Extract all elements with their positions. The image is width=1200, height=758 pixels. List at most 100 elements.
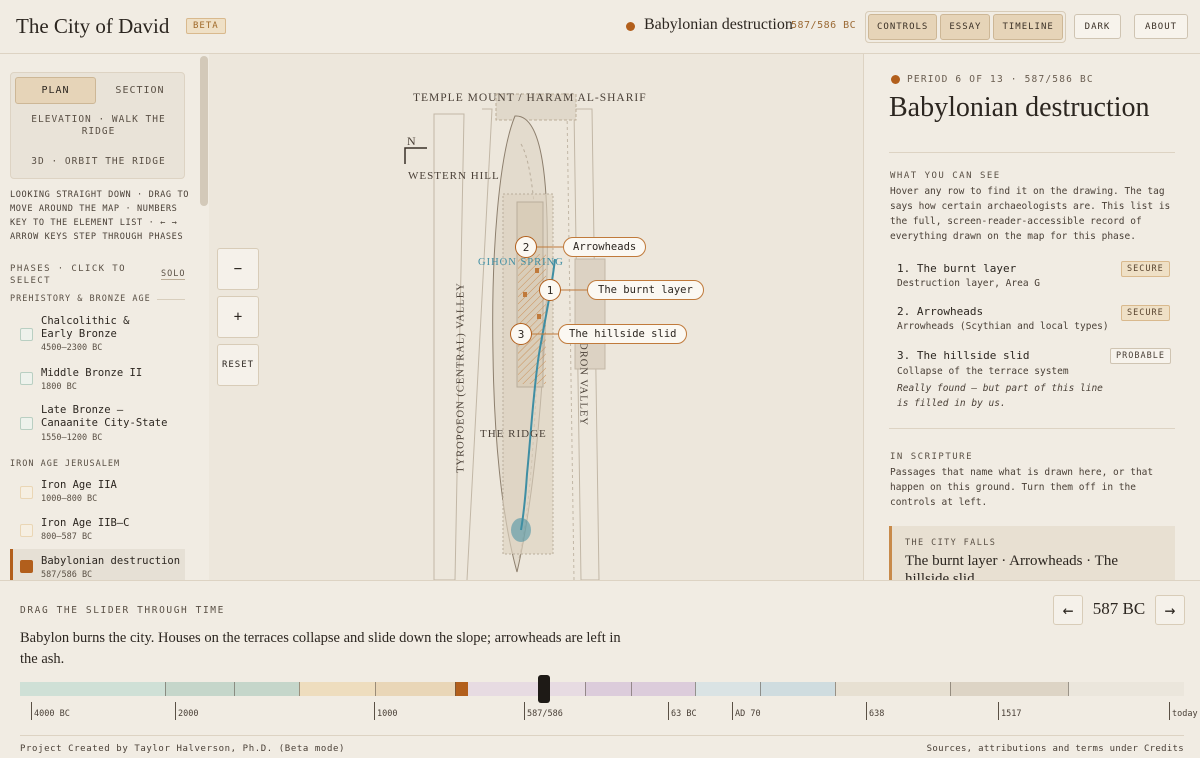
timeline-slider-track[interactable] [20, 682, 1184, 696]
timeline-tick-label: 63 BC [668, 702, 697, 720]
period-color-dot [626, 22, 635, 31]
timeline-tick-label: AD 70 [732, 702, 761, 720]
era-divider [631, 682, 632, 696]
destruction-marker [523, 292, 527, 297]
phase-item-iron-iia[interactable]: Iron Age IIA 1000–800 BC [10, 478, 185, 510]
app-title: The City of David [16, 14, 170, 38]
phase-date: 1800 BC [41, 382, 77, 392]
period-color-dot [891, 75, 900, 84]
map-canvas[interactable]: TEMPLE MOUNT / HARAM AL-SHARIF N WESTERN… [209, 54, 864, 580]
phase-checkbox[interactable] [20, 417, 33, 430]
timeline-tick-label: 2000 [175, 702, 198, 720]
current-period-date: 587/586 BC [791, 20, 857, 31]
era-segment-hasmonean [585, 682, 695, 696]
phase-item-babylonian[interactable]: Babylonian destruction 587/586 BC [10, 549, 185, 580]
map-drawing [404, 93, 606, 580]
footer-divider [20, 735, 1184, 736]
phases-header: PHASES · CLICK TO SELECT [10, 264, 126, 286]
sidebar-scrollbar[interactable] [200, 56, 208, 206]
element-row-name[interactable]: 1. The burnt layer [897, 262, 1016, 275]
map-help-text: Looking straight down · drag to move aro… [10, 190, 189, 242]
phase-checkbox[interactable] [20, 560, 33, 573]
timeline-slider-thumb[interactable] [538, 675, 550, 703]
essay-button[interactable]: ESSAY [940, 14, 991, 40]
era-divider [375, 682, 376, 696]
element-row-sub: Collapse of the terrace system [897, 366, 1069, 377]
element-row-name[interactable]: 3. The hillside slid [897, 349, 1029, 362]
next-period-button[interactable]: → [1155, 595, 1185, 625]
reset-view-button[interactable]: RESET [217, 344, 259, 386]
callout-marker-1[interactable]: 1 [539, 279, 561, 301]
phase-name: Iron Age IIB–C [41, 517, 130, 529]
view-mode-selector: PLAN SECTION ELEVATION · WALK THE RIDGE … [10, 72, 185, 179]
period-narrative: Babylon burns the city. Houses on the te… [20, 630, 621, 667]
phase-date: 800–587 BC [41, 532, 93, 542]
element-row-name[interactable]: 2. Arrowheads [897, 305, 983, 318]
scripture-card[interactable]: THE CITY FALLS The burnt layer · Arrowhe… [889, 526, 1175, 580]
burnt-layer-area [518, 254, 546, 384]
dark-mode-button[interactable]: DARK [1074, 14, 1121, 39]
phase-checkbox[interactable] [20, 524, 33, 537]
footer-credit: Project Created by Taylor Halverson, Ph.… [20, 744, 345, 754]
phase-name: Middle Bronze II [41, 367, 143, 379]
phase-checkbox[interactable] [20, 328, 33, 341]
timeline-button[interactable]: TIMELINE [993, 14, 1063, 40]
tyropoeon-valley-label: TYROPOEON (CENTRAL) VALLEY [455, 282, 467, 473]
solo-toggle[interactable]: SOLO [161, 269, 186, 280]
callout-marker-2[interactable]: 2 [515, 236, 537, 258]
phase-date: 4500–2300 BC [41, 343, 103, 353]
ridge-label: THE RIDGE [480, 428, 547, 440]
prev-period-button[interactable]: ← [1053, 595, 1083, 625]
phase-group-label: IRON AGE JERUSALEM [10, 459, 121, 469]
callout-label-hillside-slid[interactable]: The hillside slid [558, 324, 688, 344]
about-button[interactable]: ABOUT [1134, 14, 1188, 39]
callout-label-arrowheads[interactable]: Arrowheads [563, 237, 647, 257]
destruction-marker [535, 268, 539, 273]
current-year-readout: 587 BC [1092, 599, 1146, 618]
phase-group-header: PREHISTORY & BRONZE AGE [10, 294, 185, 304]
element-row-sub: Arrowheads (Scythian and local types) [897, 321, 1109, 332]
timeline-tick-label: 4000 BC [31, 702, 70, 720]
controls-button[interactable]: CONTROLS [868, 14, 938, 40]
view-section-button[interactable]: SECTION [101, 77, 179, 104]
era-segment-modern [1068, 682, 1184, 696]
north-label: N [407, 134, 416, 148]
timeline-tick-label: 1000 [374, 702, 397, 720]
era-segment-babylonian [455, 682, 468, 696]
era-segment-byzantine [760, 682, 835, 696]
element-row-sub: Destruction layer, Area G [897, 278, 1040, 289]
era-segment-bronze [165, 682, 299, 696]
panel-toggle-group: CONTROLS ESSAY TIMELINE [865, 11, 1066, 43]
phase-item-iron-iib[interactable]: Iron Age IIB–C 800–587 BC [10, 516, 185, 548]
era-divider [760, 682, 761, 696]
period-title: Babylonian destruction [889, 92, 1150, 123]
certainty-badge: SECURE [1121, 305, 1170, 321]
phase-item-middle-bronze[interactable]: Middle Bronze II 1800 BC [10, 364, 185, 396]
beta-badge: BETA [186, 18, 226, 34]
view-3d-button[interactable]: 3D · ORBIT THE RIDGE [15, 156, 182, 167]
footer-credits-link[interactable]: Sources, attributions and terms under Cr… [927, 744, 1184, 754]
era-divider [835, 682, 836, 696]
phase-item-chalcolithic[interactable]: Chalcolithic & Early Bronze 4500–2300 BC [10, 312, 185, 356]
temple-mount-label: TEMPLE MOUNT / HARAM AL-SHARIF [413, 92, 647, 104]
phase-item-late-bronze[interactable]: Late Bronze — Canaanite City-State 1550–… [10, 403, 185, 447]
phase-checkbox[interactable] [20, 486, 33, 499]
timeline-tick-label: 587/586 [524, 702, 563, 720]
gihon-spring-label: GIHON SPRING [478, 257, 564, 268]
destruction-marker [537, 314, 541, 319]
element-row-note: Really found — but part of this line is … [897, 383, 1103, 409]
callout-label-burnt-layer[interactable]: The burnt layer [587, 280, 704, 300]
divider [889, 428, 1175, 429]
era-divider [1068, 682, 1069, 696]
phase-checkbox[interactable] [20, 372, 33, 385]
view-elevation-button[interactable]: ELEVATION · WALK THE RIDGE [15, 114, 182, 138]
era-divider [455, 682, 456, 696]
zoom-out-button[interactable]: − [217, 248, 259, 290]
siloam-pool [511, 518, 531, 542]
north-arrow-icon [404, 147, 427, 164]
zoom-in-button[interactable]: + [217, 296, 259, 338]
view-plan-button[interactable]: PLAN [15, 77, 96, 104]
callout-marker-3[interactable]: 3 [510, 323, 532, 345]
era-divider [585, 682, 586, 696]
era-segment-iron [375, 682, 455, 696]
